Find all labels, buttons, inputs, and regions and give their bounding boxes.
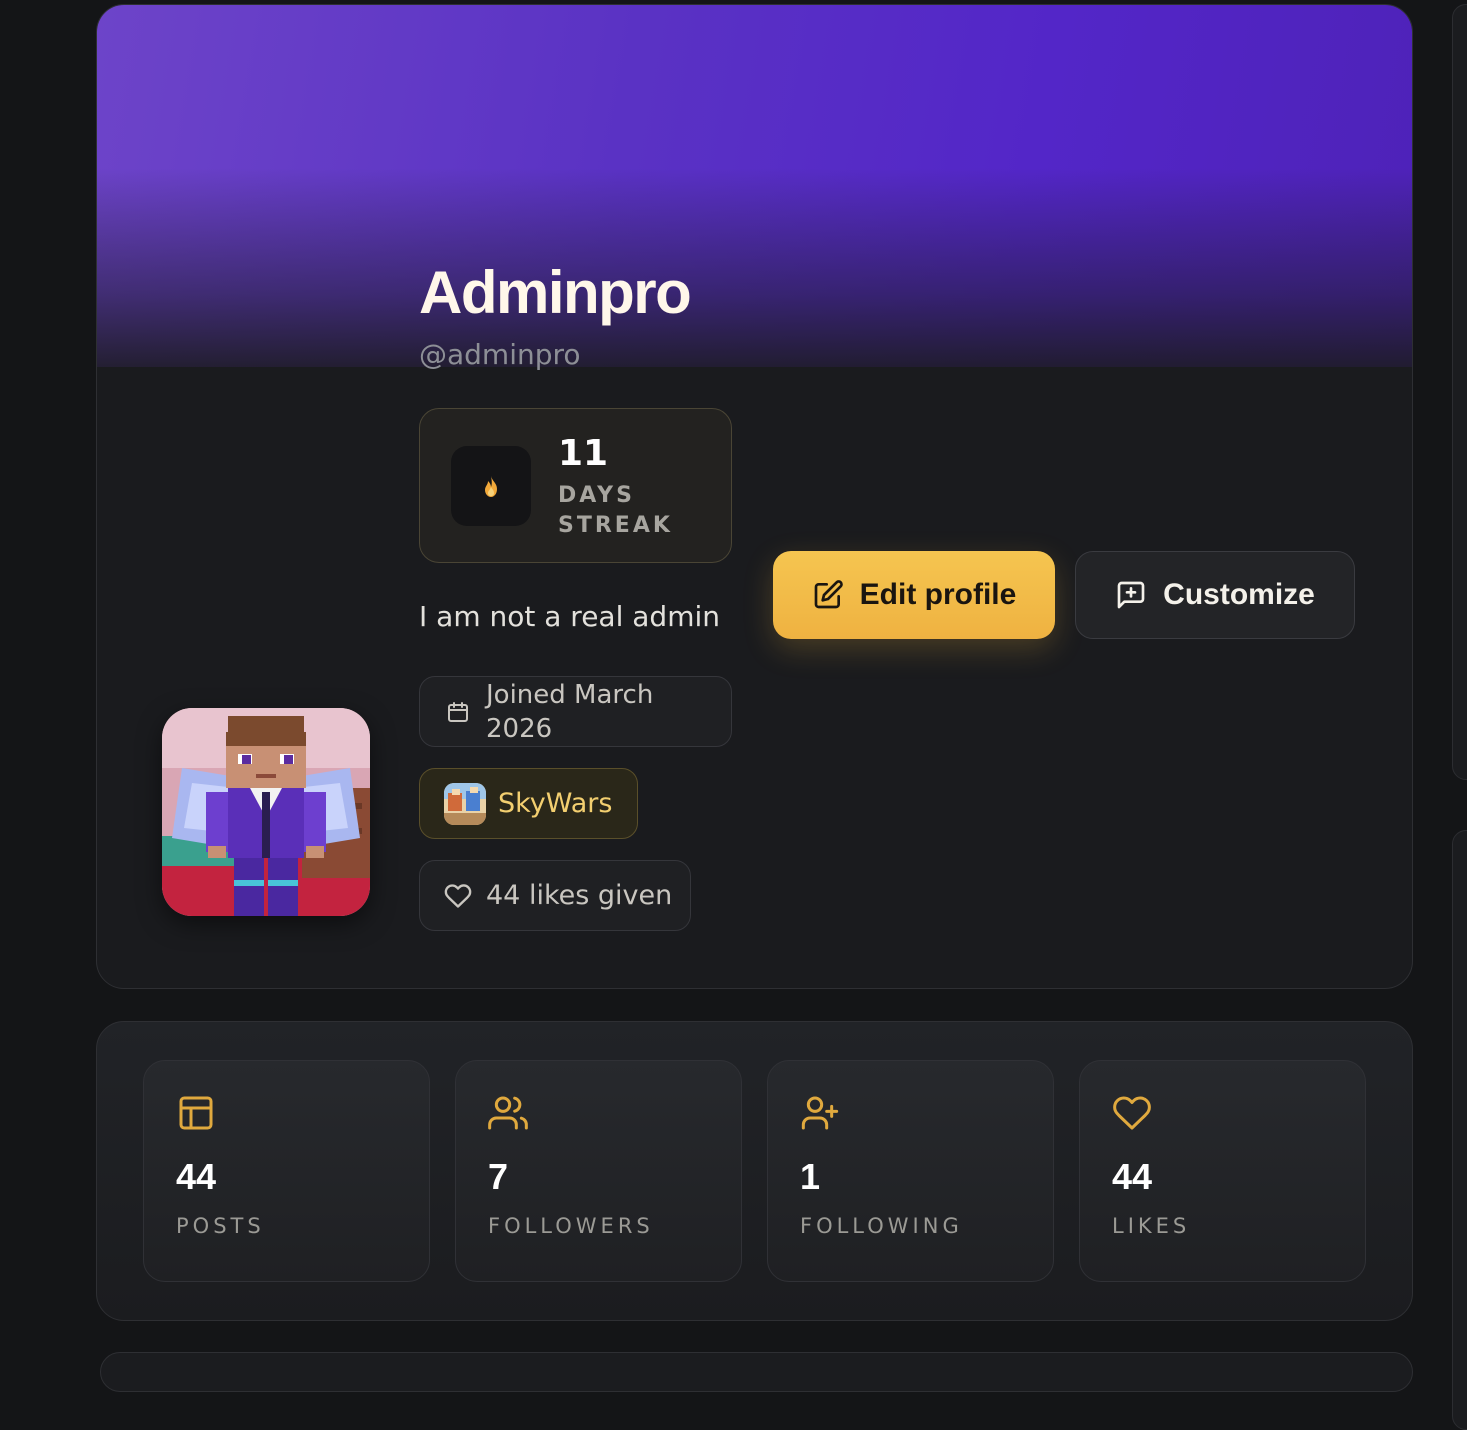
layout-icon [179, 1096, 213, 1130]
favorite-game-badge[interactable]: SkyWars [419, 768, 638, 839]
users-icon [488, 1096, 528, 1130]
joined-date: Joined March 2026 [419, 676, 732, 747]
profile-bio: I am not a real admin [419, 600, 720, 633]
streak-label: DAYS STREAK [558, 483, 673, 538]
avatar[interactable] [162, 708, 370, 916]
customize-button[interactable]: Customize [1075, 551, 1355, 639]
streak-badge: 11 DAYS STREAK [419, 408, 732, 563]
stat-following[interactable]: 1 FOLLOWING [767, 1060, 1054, 1282]
stat-likes[interactable]: 44 LIKES [1079, 1060, 1366, 1282]
heart-icon [444, 883, 472, 908]
profile-card: Adminpro @adminpro 11 DAYS STREAK I am n… [96, 4, 1413, 989]
profile-banner [97, 5, 1412, 367]
stat-value: 1 [800, 1156, 821, 1197]
stat-posts[interactable]: 44 POSTS [143, 1060, 430, 1282]
stat-label: LIKES [1112, 1214, 1191, 1238]
stat-label: FOLLOWING [800, 1214, 963, 1238]
stat-followers[interactable]: 7 FOLLOWERS [455, 1060, 742, 1282]
flame-icon [451, 446, 531, 526]
likes-given: 44 likes given [419, 860, 691, 931]
edit-profile-button[interactable]: Edit profile [773, 551, 1055, 639]
adjacent-panel [1452, 4, 1467, 780]
edit-icon [814, 580, 843, 609]
edit-profile-label: Edit profile [859, 578, 1017, 611]
stats-panel: 44 POSTS 7 FOLLOWERS 1 FOLLOWING 44 LIKE… [96, 1021, 1413, 1321]
likes-given-text: 44 likes given [486, 880, 673, 911]
stat-value: 44 [176, 1156, 217, 1197]
stat-label: POSTS [176, 1214, 265, 1238]
stat-value: 7 [488, 1156, 509, 1197]
stat-value: 44 [1112, 1156, 1153, 1197]
display-name: Adminpro [419, 259, 692, 326]
message-plus-icon [1117, 581, 1145, 609]
joined-text: Joined March 2026 [486, 679, 654, 744]
next-section-card [100, 1352, 1413, 1392]
streak-count: 11 [558, 433, 609, 474]
username-handle: @adminpro [419, 338, 581, 371]
adjacent-panel [1452, 830, 1467, 1430]
skywars-thumbnail [444, 782, 486, 825]
heart-icon [1113, 1096, 1151, 1130]
stat-label: FOLLOWERS [488, 1214, 654, 1238]
customize-label: Customize [1163, 578, 1315, 611]
calendar-icon [448, 701, 468, 722]
user-plus-icon [801, 1096, 839, 1130]
favorite-game-name: SkyWars [498, 788, 613, 819]
